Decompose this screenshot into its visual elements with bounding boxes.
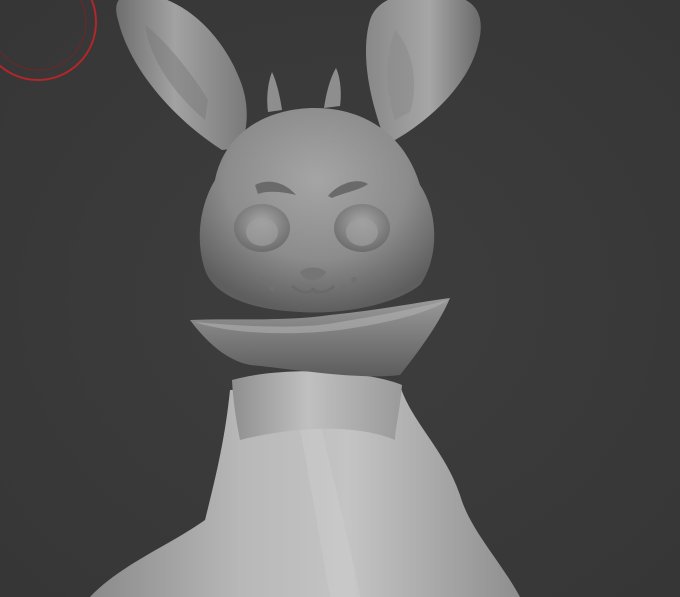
freckle [259, 277, 265, 283]
eye-right-highlight [346, 218, 378, 246]
freckle [351, 277, 357, 283]
eye-left-highlight [246, 218, 278, 246]
freckle [341, 285, 347, 291]
freckle [269, 285, 275, 291]
viewport-canvas[interactable] [0, 0, 680, 597]
sculpt-viewport[interactable] [0, 0, 680, 597]
